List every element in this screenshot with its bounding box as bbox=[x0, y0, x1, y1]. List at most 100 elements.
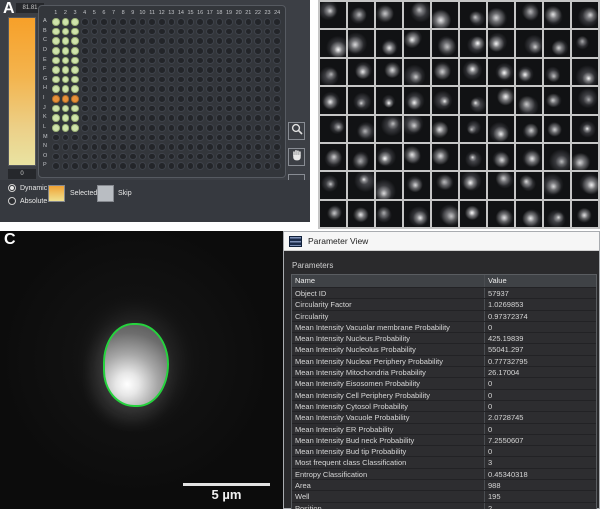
cell-thumbnail[interactable] bbox=[320, 87, 346, 113]
cell-thumbnail[interactable] bbox=[432, 30, 458, 56]
well-J7[interactable] bbox=[110, 105, 118, 113]
well-M10[interactable] bbox=[139, 134, 147, 142]
well-B24[interactable] bbox=[273, 28, 281, 36]
well-B14[interactable] bbox=[177, 28, 185, 36]
well-B11[interactable] bbox=[148, 28, 156, 36]
well-I5[interactable] bbox=[91, 95, 99, 103]
well-O17[interactable] bbox=[206, 153, 214, 161]
cell-thumbnail[interactable] bbox=[516, 144, 542, 170]
cell-thumbnail[interactable] bbox=[376, 172, 402, 198]
cell-thumbnail[interactable] bbox=[572, 144, 598, 170]
well-G9[interactable] bbox=[129, 76, 137, 84]
well-G3[interactable] bbox=[71, 76, 79, 84]
well-O20[interactable] bbox=[235, 153, 243, 161]
well-D13[interactable] bbox=[168, 47, 176, 55]
cell-thumbnail[interactable] bbox=[376, 144, 402, 170]
well-H9[interactable] bbox=[129, 85, 137, 93]
cell-thumbnail[interactable] bbox=[376, 87, 402, 113]
well-D11[interactable] bbox=[148, 47, 156, 55]
well-K3[interactable] bbox=[71, 114, 79, 122]
well-P6[interactable] bbox=[100, 162, 108, 170]
well-H1[interactable] bbox=[52, 85, 60, 93]
cell-thumbnail[interactable] bbox=[460, 30, 486, 56]
cell-thumbnail[interactable] bbox=[376, 2, 402, 28]
well-F21[interactable] bbox=[245, 66, 253, 74]
well-H20[interactable] bbox=[235, 85, 243, 93]
well-L12[interactable] bbox=[158, 124, 166, 132]
cell-thumbnail[interactable] bbox=[516, 172, 542, 198]
well-N14[interactable] bbox=[177, 143, 185, 151]
well-G24[interactable] bbox=[273, 76, 281, 84]
well-I24[interactable] bbox=[273, 95, 281, 103]
cell-thumbnail[interactable] bbox=[488, 144, 514, 170]
well-B5[interactable] bbox=[91, 28, 99, 36]
well-H21[interactable] bbox=[245, 85, 253, 93]
well-O10[interactable] bbox=[139, 153, 147, 161]
well-O4[interactable] bbox=[81, 153, 89, 161]
well-G15[interactable] bbox=[187, 76, 195, 84]
well-O3[interactable] bbox=[71, 153, 79, 161]
well-L11[interactable] bbox=[148, 124, 156, 132]
well-L4[interactable] bbox=[81, 124, 89, 132]
well-A11[interactable] bbox=[148, 18, 156, 26]
well-E21[interactable] bbox=[245, 57, 253, 65]
cell-thumbnail[interactable] bbox=[432, 87, 458, 113]
well-G19[interactable] bbox=[225, 76, 233, 84]
well-P10[interactable] bbox=[139, 162, 147, 170]
well-G20[interactable] bbox=[235, 76, 243, 84]
well-O1[interactable] bbox=[52, 153, 60, 161]
cell-thumbnail[interactable] bbox=[348, 172, 374, 198]
well-D7[interactable] bbox=[110, 47, 118, 55]
well-A5[interactable] bbox=[91, 18, 99, 26]
well-K23[interactable] bbox=[264, 114, 272, 122]
well-H24[interactable] bbox=[273, 85, 281, 93]
cell-thumbnail[interactable] bbox=[404, 87, 430, 113]
well-I4[interactable] bbox=[81, 95, 89, 103]
well-G14[interactable] bbox=[177, 76, 185, 84]
cell-thumbnail[interactable] bbox=[404, 172, 430, 198]
well-K10[interactable] bbox=[139, 114, 147, 122]
well-J2[interactable] bbox=[62, 105, 70, 113]
well-I6[interactable] bbox=[100, 95, 108, 103]
well-N22[interactable] bbox=[254, 143, 262, 151]
well-C1[interactable] bbox=[52, 37, 60, 45]
well-C19[interactable] bbox=[225, 37, 233, 45]
well-G2[interactable] bbox=[62, 76, 70, 84]
well-G8[interactable] bbox=[119, 76, 127, 84]
well-A21[interactable] bbox=[245, 18, 253, 26]
well-I8[interactable] bbox=[119, 95, 127, 103]
well-N2[interactable] bbox=[62, 143, 70, 151]
well-H5[interactable] bbox=[91, 85, 99, 93]
well-O22[interactable] bbox=[254, 153, 262, 161]
well-G12[interactable] bbox=[158, 76, 166, 84]
well-M5[interactable] bbox=[91, 134, 99, 142]
well-K9[interactable] bbox=[129, 114, 137, 122]
well-E8[interactable] bbox=[119, 57, 127, 65]
cell-thumbnail[interactable] bbox=[348, 201, 374, 227]
well-H10[interactable] bbox=[139, 85, 147, 93]
dynamic-radio[interactable]: Dynamic bbox=[8, 184, 47, 192]
well-E11[interactable] bbox=[148, 57, 156, 65]
well-O6[interactable] bbox=[100, 153, 108, 161]
cell-thumbnail[interactable] bbox=[460, 2, 486, 28]
well-N23[interactable] bbox=[264, 143, 272, 151]
cell-thumbnail[interactable] bbox=[572, 2, 598, 28]
well-H11[interactable] bbox=[148, 85, 156, 93]
well-B4[interactable] bbox=[81, 28, 89, 36]
well-N6[interactable] bbox=[100, 143, 108, 151]
well-I9[interactable] bbox=[129, 95, 137, 103]
well-F13[interactable] bbox=[168, 66, 176, 74]
cell-thumbnail[interactable] bbox=[404, 144, 430, 170]
well-E1[interactable] bbox=[52, 57, 60, 65]
well-G18[interactable] bbox=[216, 76, 224, 84]
well-F14[interactable] bbox=[177, 66, 185, 74]
well-L2[interactable] bbox=[62, 124, 70, 132]
well-D19[interactable] bbox=[225, 47, 233, 55]
cell-thumbnail[interactable] bbox=[516, 2, 542, 28]
well-F15[interactable] bbox=[187, 66, 195, 74]
well-I1[interactable] bbox=[52, 95, 60, 103]
well-H4[interactable] bbox=[81, 85, 89, 93]
cell-thumbnail[interactable] bbox=[348, 59, 374, 85]
well-P4[interactable] bbox=[81, 162, 89, 170]
cell-thumbnail[interactable] bbox=[516, 116, 542, 142]
